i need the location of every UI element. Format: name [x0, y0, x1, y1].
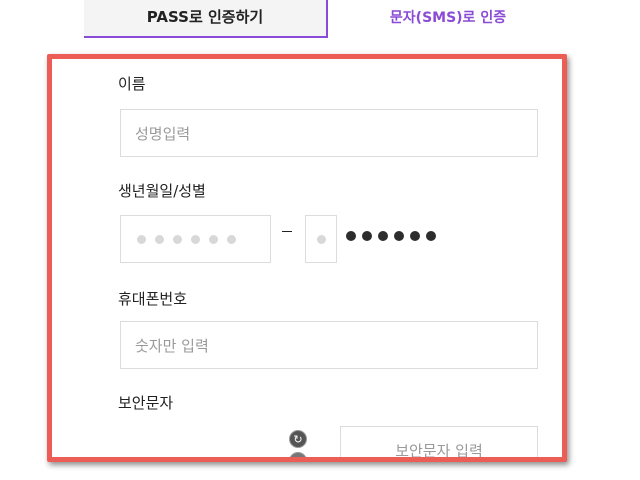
- masked-dot: [426, 231, 436, 241]
- name-input-placeholder: 성명입력: [135, 124, 191, 143]
- placeholder-dot: [209, 234, 218, 244]
- tab-sms-auth[interactable]: 문자(SMS)로 인증: [328, 0, 568, 38]
- captcha-input[interactable]: 보안문자 입력: [340, 426, 538, 460]
- tab-pass-auth[interactable]: PASS로 인증하기: [84, 0, 328, 38]
- birth-gender-label: 생년월일/성별: [118, 182, 206, 200]
- captcha-input-placeholder: 보안문자 입력: [395, 441, 483, 460]
- phone-input-placeholder: 숫자만 입력: [135, 336, 209, 355]
- masked-dot: [362, 231, 372, 241]
- birthdate-input[interactable]: [120, 215, 271, 263]
- tab-sms-label: 문자(SMS)로 인증: [389, 10, 507, 26]
- verification-form-panel: 이름 성명입력 생년월일/성별 휴대폰번호 숫자만 입력 보안문자 ↻ 보안문자…: [47, 54, 567, 462]
- masked-digits: [346, 231, 442, 241]
- name-input[interactable]: 성명입력: [120, 109, 538, 157]
- captcha-label: 보안문자: [118, 394, 174, 412]
- placeholder-dot: [173, 234, 182, 244]
- audio-captcha-icon[interactable]: [289, 452, 307, 457]
- phone-input[interactable]: 숫자만 입력: [120, 321, 538, 369]
- masked-dot: [394, 231, 404, 241]
- refresh-captcha-icon[interactable]: ↻: [289, 430, 307, 448]
- birth-separator-dash: [282, 231, 292, 232]
- placeholder-dot: [137, 234, 146, 244]
- phone-label: 휴대폰번호: [118, 290, 188, 308]
- gender-digit-input[interactable]: [305, 215, 337, 263]
- name-label: 이름: [118, 75, 146, 93]
- masked-dot: [346, 231, 356, 241]
- masked-dot: [410, 231, 420, 241]
- placeholder-dot: [155, 234, 164, 244]
- placeholder-dot: [227, 234, 236, 244]
- placeholder-dot: [191, 234, 200, 244]
- tab-pass-label: PASS로 인증하기: [146, 7, 264, 26]
- masked-dot: [378, 231, 388, 241]
- placeholder-dot: [317, 234, 326, 244]
